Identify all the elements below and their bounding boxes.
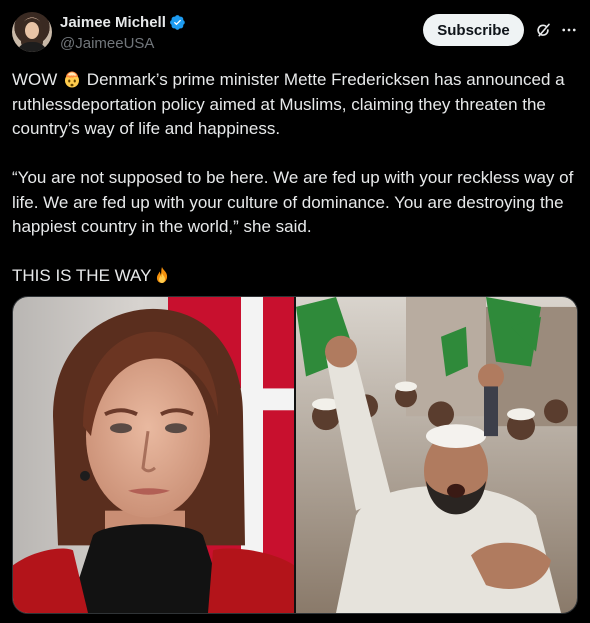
media-image-left[interactable] xyxy=(13,297,294,613)
tweet-quote: “You are not supposed to be here. We are… xyxy=(12,168,579,236)
avatar[interactable] xyxy=(12,12,52,52)
tweet: Jaimee Michell @JaimeeUSA Subscribe WOW xyxy=(0,0,590,623)
fire-emoji-icon xyxy=(153,266,171,284)
more-icon[interactable] xyxy=(560,21,578,39)
tweet-line1-prefix: WOW xyxy=(12,70,58,89)
handle[interactable]: @JaimeeUSA xyxy=(60,35,154,52)
tweet-text: WOW Denmark’s prime minister Mette Frede… xyxy=(12,68,578,289)
tweet-line1-suffix: Denmark’s prime minister Mette Frederick… xyxy=(12,70,570,138)
exploding-head-emoji-icon xyxy=(63,70,81,88)
tweet-paragraph-3: THIS IS THE WAY xyxy=(12,264,578,289)
display-name[interactable]: Jaimee Michell xyxy=(60,14,166,31)
tweet-media[interactable] xyxy=(12,296,578,614)
tweet-paragraph-1: WOW Denmark’s prime minister Mette Frede… xyxy=(12,68,578,142)
subscribe-button[interactable]: Subscribe xyxy=(423,14,524,46)
grok-icon[interactable] xyxy=(534,21,552,39)
media-image-right[interactable] xyxy=(296,297,577,613)
author-name-row[interactable]: Jaimee Michell xyxy=(60,14,186,31)
verified-badge-icon[interactable] xyxy=(169,14,186,31)
tweet-closing: THIS IS THE WAY xyxy=(12,266,152,285)
